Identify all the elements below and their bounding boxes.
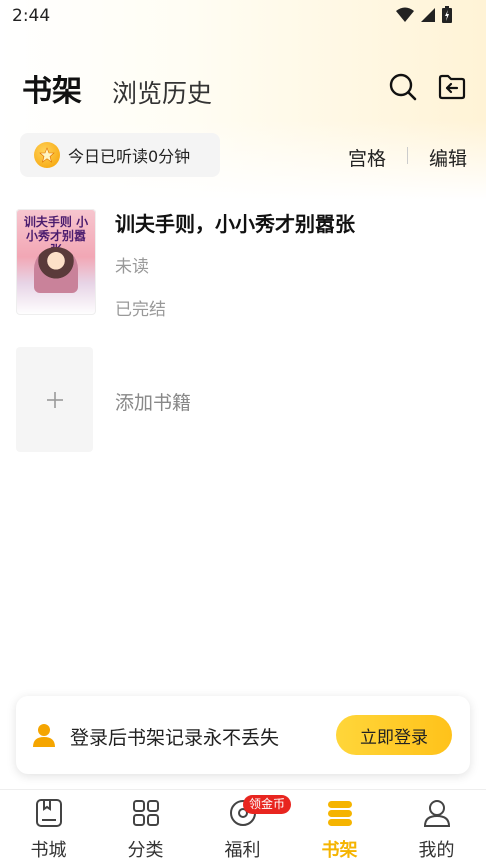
plus-icon	[46, 391, 63, 408]
star-coin-icon	[34, 142, 60, 168]
reading-time-pill[interactable]: 今日已听读0分钟	[20, 133, 220, 177]
grid-view-button[interactable]: 宫格	[348, 144, 386, 171]
nav-label-profile: 我的	[418, 840, 455, 861]
profile-icon	[423, 800, 451, 827]
nav-label-welfare: 福利	[224, 840, 261, 861]
nav-label-category: 分类	[127, 840, 164, 861]
nav-item-bookstore[interactable]: 书城	[0, 790, 97, 864]
login-button[interactable]: 立即登录	[336, 715, 452, 755]
tab-history[interactable]: 浏览历史	[112, 74, 212, 110]
add-book-label[interactable]: 添加书籍	[115, 388, 191, 415]
cover-illustration	[34, 247, 78, 293]
battery-icon	[442, 6, 452, 23]
book-status: 已完结	[115, 300, 166, 320]
tab-bookshelf[interactable]: 书架	[22, 66, 82, 110]
signal-icon	[421, 7, 435, 22]
edit-button[interactable]: 编辑	[429, 144, 467, 171]
person-icon	[33, 724, 55, 747]
coin-badge: 领金币	[243, 795, 292, 814]
search-icon[interactable]	[388, 72, 418, 102]
nav-label-bookstore: 书城	[30, 840, 67, 861]
status-bar: 2:44	[0, 0, 486, 34]
reading-time-text: 今日已听读0分钟	[68, 147, 191, 166]
login-banner: 登录后书架记录永不丢失 立即登录	[16, 696, 470, 774]
divider	[407, 147, 408, 164]
add-book-button[interactable]	[16, 347, 93, 452]
book-progress: 未读	[115, 257, 149, 277]
nav-item-category[interactable]: 分类	[97, 790, 194, 864]
import-icon[interactable]	[437, 72, 467, 102]
header: 书架 浏览历史	[0, 60, 486, 120]
book-cover[interactable]: 训夫手则 小小秀才别嚣张	[16, 209, 96, 315]
nav-label-bookshelf: 书架	[321, 840, 358, 861]
login-prompt-text: 登录后书架记录永不丢失	[70, 727, 280, 749]
nav-item-profile[interactable]: 我的	[388, 790, 485, 864]
nav-item-bookshelf[interactable]: 书架	[291, 790, 388, 864]
status-time: 2:44	[12, 6, 51, 26]
category-icon	[133, 800, 159, 826]
bookstore-icon	[36, 799, 62, 827]
status-icons	[396, 6, 452, 23]
wifi-icon	[396, 7, 414, 22]
bookshelf-icon	[328, 801, 352, 826]
book-title[interactable]: 训夫手则，小小秀才别嚣张	[115, 208, 355, 237]
